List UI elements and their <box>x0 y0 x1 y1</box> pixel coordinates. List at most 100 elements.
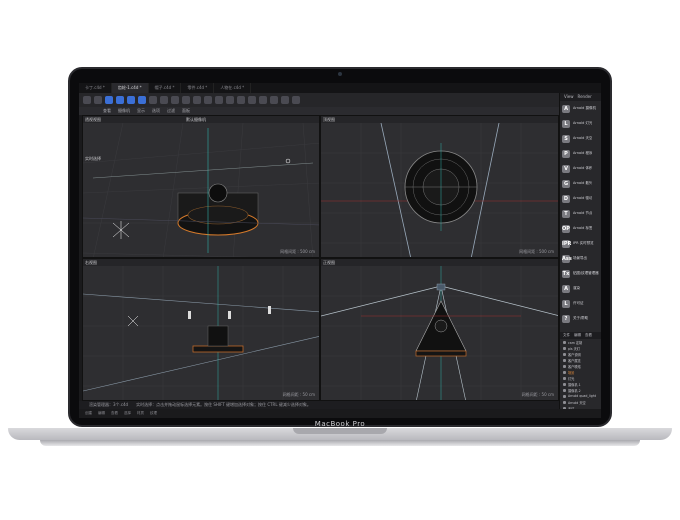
rotate-icon[interactable] <box>138 96 146 104</box>
camera-icon[interactable] <box>204 96 212 104</box>
menu-edit[interactable]: 编辑 <box>574 332 581 339</box>
arnold-item-label: Arnold 体积 <box>573 166 593 170</box>
arnold-light-icon: L <box>562 119 570 128</box>
deformer-icon[interactable] <box>182 96 190 104</box>
menu-texture[interactable]: 纹理 <box>150 409 157 418</box>
menu-filter[interactable]: 过滤 <box>167 107 175 115</box>
render-icon[interactable] <box>237 96 245 104</box>
arnold-item[interactable]: S Arnold 天空 <box>560 131 601 146</box>
lid-opening-notch <box>293 428 387 434</box>
arnold-driver-icon: D <box>562 194 570 203</box>
spline-icon[interactable] <box>160 96 168 104</box>
arnold-item-label: Arnold 标签 <box>573 226 593 230</box>
arnold-item[interactable]: IPR IPR 实时预览 <box>560 236 601 251</box>
tab-render[interactable]: Render <box>578 93 592 101</box>
viewport-perspective[interactable]: 透视视图 默认摄像机 实时选择 网格间距: 500 cm <box>82 115 320 258</box>
object-icon <box>563 400 566 404</box>
app-screen: 卡丁.c4d * 齿轮-1.c4d * 帽子.c4d * 零件.c4d * 人物… <box>79 83 601 418</box>
arnold-item[interactable]: Tx 贴图/纹理管理器 <box>560 266 601 281</box>
menu-options[interactable]: 选项 <box>152 107 160 115</box>
grid-icon[interactable] <box>270 96 278 104</box>
webcam <box>338 72 342 76</box>
menu-select[interactable]: 选择 <box>124 409 131 418</box>
workplane-icon[interactable] <box>281 96 289 104</box>
menu-view[interactable]: 查看 <box>585 332 592 339</box>
object-label: 客户说明 <box>568 352 581 357</box>
arnold-item-label: Arnold 驱动 <box>573 196 593 200</box>
arnold-item[interactable]: P Arnold 程序 <box>560 146 601 161</box>
viewport-top[interactable]: 顶视图 网格间距 : 500 cm <box>320 115 559 258</box>
arnold-item[interactable]: G Arnold 散列 <box>560 176 601 191</box>
arnold-item-label: 关于/帮助 <box>573 316 589 320</box>
document-tabs: 卡丁.c4d * 齿轮-1.c4d * 帽子.c4d * 零件.c4d * 人物… <box>79 83 601 93</box>
object-icon <box>563 352 566 356</box>
viewport-right[interactable]: 右视图 网格间距 : 50 cm <box>82 258 320 401</box>
object-label: 摄像机.1 <box>568 382 581 387</box>
menu-display[interactable]: 显示 <box>137 107 145 115</box>
menu-file[interactable]: 文件 <box>563 332 570 339</box>
tab-3[interactable]: 零件.c4d * <box>181 83 215 93</box>
arnold-item[interactable]: L Arnold 灯光 <box>560 116 601 131</box>
ass-export-icon: Ass <box>562 254 572 263</box>
arnold-item[interactable]: D Arnold 驱动 <box>560 191 601 206</box>
menu-material[interactable]: 材质 <box>137 409 144 418</box>
arnold-tag-icon: OP <box>562 224 570 233</box>
menu-view[interactable]: 查看 <box>103 107 111 115</box>
object-icon <box>563 370 566 374</box>
arnold-item[interactable]: ? 关于/帮助 <box>560 311 601 326</box>
arnold-node-icon: T <box>562 209 570 218</box>
object-icon <box>563 340 566 344</box>
undo-icon[interactable] <box>83 96 91 104</box>
menu-view[interactable]: 查看 <box>111 409 118 418</box>
status-bar: 渲染管理器：3个.c4d 实时选择：点击并拖动鼠标选择元素。按住 SHIFT 键… <box>79 401 559 409</box>
arnold-item[interactable]: Ass 场景导出 <box>560 251 601 266</box>
object-label: 客户展览 <box>568 358 581 363</box>
menu-panel[interactable]: 面板 <box>182 107 190 115</box>
arnold-item[interactable]: L 许可证 <box>560 296 601 311</box>
snap-icon[interactable] <box>259 96 267 104</box>
render-view-icon[interactable] <box>226 96 234 104</box>
object-icon <box>563 394 566 398</box>
viewport-front[interactable]: 正视图 网格间距 : 50 cm <box>320 258 559 401</box>
effector-icon[interactable] <box>193 96 201 104</box>
redo-icon[interactable] <box>94 96 102 104</box>
perspective-scene <box>83 123 319 257</box>
arnold-item[interactable]: T Arnold 节点 <box>560 206 601 221</box>
menu-edit[interactable]: 编辑 <box>98 409 105 418</box>
material-menu: 创建 编辑 查看 选择 材质 纹理 <box>79 409 601 418</box>
object-manager-header: 文件 编辑 查看 <box>560 332 601 339</box>
menu-create[interactable]: 创建 <box>85 409 92 418</box>
scale-icon[interactable] <box>127 96 135 104</box>
front-scene <box>321 266 558 400</box>
tab-2[interactable]: 帽子.c4d * <box>149 83 182 93</box>
status-text: 实时选择：点击并拖动鼠标选择元素。按住 SHIFT 键增加选择对象；按住 CTR… <box>136 402 311 407</box>
move-icon[interactable] <box>116 96 124 104</box>
arnold-menu: A Arnold 摄像机 L Arnold 灯光 S Arnold 天空 P Arnol… <box>560 101 601 326</box>
arnold-item[interactable]: A Arnold 摄像机 <box>560 101 601 116</box>
settings-icon[interactable] <box>292 96 300 104</box>
arnold-item[interactable]: V Arnold 体积 <box>560 161 601 176</box>
menu-camera[interactable]: 摄像机 <box>118 107 130 115</box>
arnold-item[interactable]: OP Arnold 标签 <box>560 221 601 236</box>
arnold-item[interactable]: A 渲染 <box>560 281 601 296</box>
arnold-item-label: Arnold 散列 <box>573 181 593 185</box>
top-scene <box>321 123 558 257</box>
generator-icon[interactable] <box>171 96 179 104</box>
laptop: 卡丁.c4d * 齿轮-1.c4d * 帽子.c4d * 零件.c4d * 人物… <box>0 0 680 520</box>
arnold-item-label: Arnold 天空 <box>573 136 593 140</box>
arnold-item-label: Arnold 程序 <box>573 151 593 155</box>
right-panel: View Render A Arnold 摄像机 L Arnold 灯光 S Arno… <box>559 93 601 418</box>
render-settings-icon[interactable] <box>248 96 256 104</box>
render-icon: A <box>562 284 570 293</box>
object-list: cam 定制 pls 天灯 客户说明 客户展览 客户联络 场景 灯光 摄像机.1… <box>560 339 601 418</box>
select-icon[interactable] <box>105 96 113 104</box>
tab-1[interactable]: 齿轮-1.c4d * <box>111 83 149 93</box>
object-icon <box>563 376 566 380</box>
realtime-select-label: 实时选择 <box>85 156 101 161</box>
tab-view[interactable]: View <box>564 93 574 101</box>
cube-icon[interactable] <box>149 96 157 104</box>
object-icon <box>563 364 566 368</box>
light-icon[interactable] <box>215 96 223 104</box>
tab-4[interactable]: 人物在.c4d * <box>214 83 252 93</box>
tab-0[interactable]: 卡丁.c4d * <box>79 83 112 93</box>
